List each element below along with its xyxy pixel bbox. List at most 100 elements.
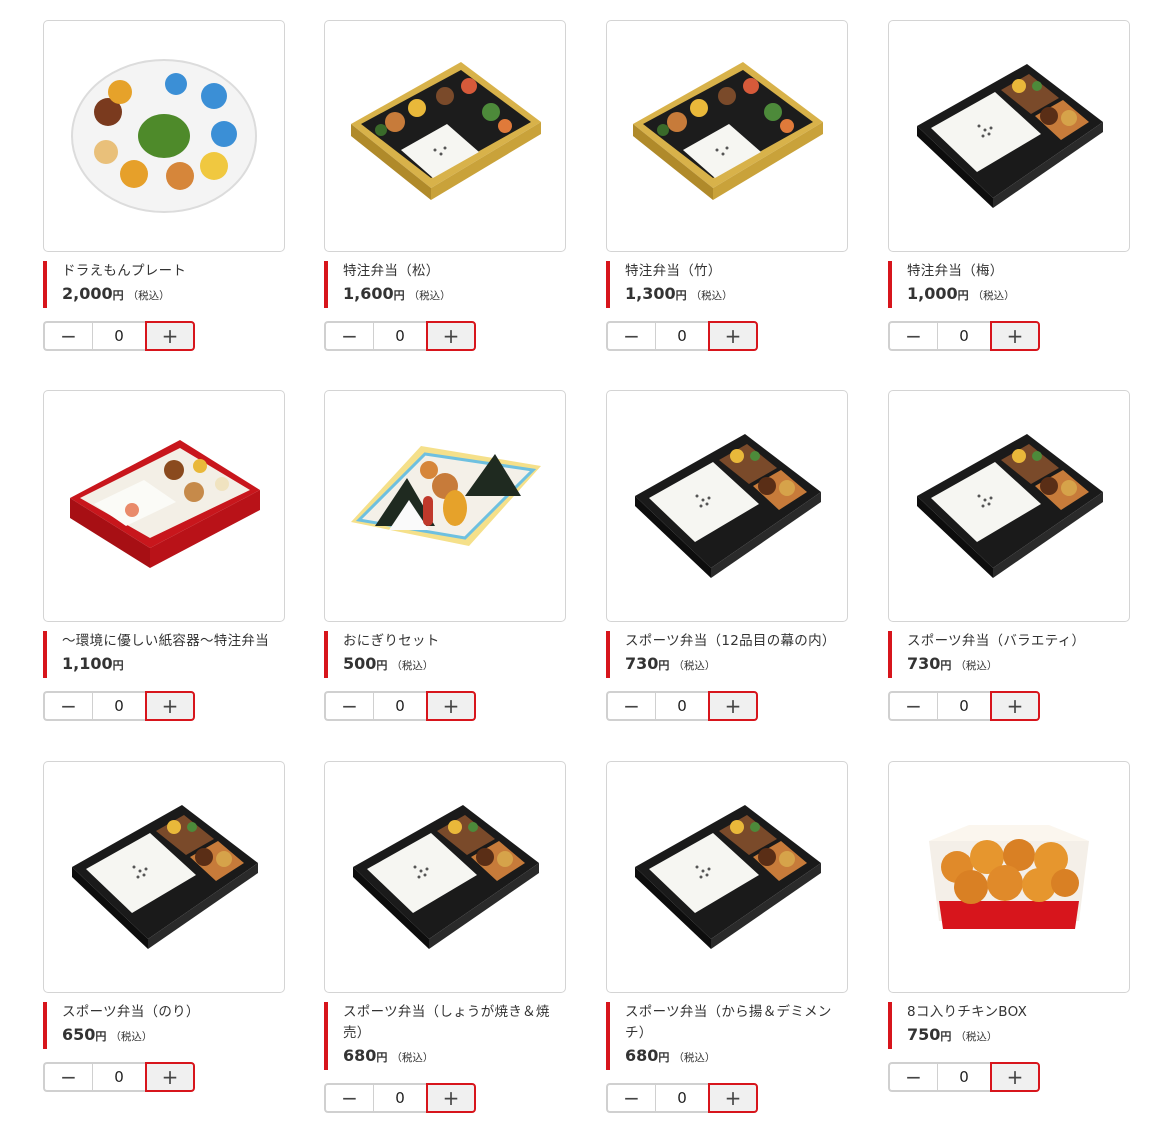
product-image[interactable] [606, 761, 848, 993]
decrease-button[interactable]: − [324, 691, 373, 721]
yen-unit: 円 [658, 659, 670, 672]
decrease-button[interactable]: − [888, 321, 937, 351]
increase-button[interactable]: + [990, 1062, 1040, 1092]
product-card: 8コ入りチキンBOX 750円 （税込） −0 + [888, 761, 1130, 1092]
product-name[interactable]: 特注弁当（竹） [625, 261, 848, 282]
product-price: 2,000 [62, 284, 113, 303]
increase-button[interactable]: + [708, 1083, 758, 1113]
decrease-button[interactable]: − [324, 1083, 373, 1113]
yen-unit: 円 [675, 289, 687, 302]
product-image[interactable] [324, 20, 566, 252]
quantity-stepper: −0 + [888, 691, 1130, 721]
product-card: スポーツ弁当（のり） 650円 （税込） −0 + [43, 761, 285, 1092]
increase-button[interactable]: + [426, 691, 476, 721]
increase-button[interactable]: + [426, 321, 476, 351]
tax-label: （税込） [110, 1031, 153, 1043]
product-card: スポーツ弁当（12品目の幕の内） 730円 （税込） −0 + [606, 390, 848, 721]
product-name[interactable]: 8コ入りチキンBOX [907, 1002, 1130, 1023]
quantity-value[interactable]: 0 [373, 1083, 426, 1113]
decrease-button[interactable]: − [888, 691, 937, 721]
product-price: 1,000 [907, 284, 958, 303]
increase-button[interactable]: + [708, 321, 758, 351]
product-image[interactable] [888, 390, 1130, 622]
quantity-value[interactable]: 0 [655, 691, 708, 721]
product-image[interactable] [606, 20, 848, 252]
quantity-stepper: −0 + [43, 321, 285, 351]
quantity-value[interactable]: 0 [937, 321, 990, 351]
product-card: ドラえもんプレート 2,000円 （税込） −0 + [43, 20, 285, 351]
product-price: 680 [343, 1046, 377, 1065]
product-price: 750 [907, 1025, 941, 1044]
quantity-value[interactable]: 0 [655, 321, 708, 351]
quantity-value[interactable]: 0 [92, 321, 145, 351]
product-image[interactable] [43, 20, 285, 252]
increase-button[interactable]: + [145, 321, 195, 351]
product-name[interactable]: スポーツ弁当（から揚＆デミメンチ） [625, 1002, 848, 1044]
decrease-button[interactable]: − [324, 321, 373, 351]
product-image[interactable] [43, 390, 285, 622]
product-image[interactable] [888, 20, 1130, 252]
product-card: おにぎりセット 500円 （税込） −0 + [324, 390, 566, 721]
product-name[interactable]: 〜環境に優しい紙容器〜特注弁当 [62, 631, 285, 652]
chicken-box-image [909, 797, 1109, 957]
product-name[interactable]: 特注弁当（松） [343, 261, 566, 282]
product-info: スポーツ弁当（のり） 650円 （税込） [43, 1002, 285, 1049]
decrease-button[interactable]: − [606, 691, 655, 721]
product-image[interactable] [324, 390, 566, 622]
tax-label: （税込） [127, 290, 170, 302]
tax-label: （税込） [690, 290, 733, 302]
decrease-button[interactable]: − [606, 1083, 655, 1113]
product-image[interactable] [606, 390, 848, 622]
red-paper-bento-image [64, 426, 264, 586]
product-card: 特注弁当（竹） 1,300円 （税込） −0 + [606, 20, 848, 351]
doraemon-plate-image [64, 56, 264, 216]
price-row: 730円 （税込） [907, 652, 1130, 678]
product-name[interactable]: スポーツ弁当（のり） [62, 1002, 285, 1023]
quantity-value[interactable]: 0 [655, 1083, 708, 1113]
price-row: 2,000円 （税込） [62, 282, 285, 308]
increase-button[interactable]: + [145, 1062, 195, 1092]
product-name[interactable]: スポーツ弁当（しょうが焼き＆焼売） [343, 1002, 566, 1044]
yen-unit: 円 [376, 1051, 388, 1064]
product-name[interactable]: スポーツ弁当（12品目の幕の内） [625, 631, 848, 652]
product-image[interactable] [324, 761, 566, 993]
product-card: 特注弁当（松） 1,600円 （税込） −0 + [324, 20, 566, 351]
product-image[interactable] [888, 761, 1130, 993]
product-info: ドラえもんプレート 2,000円 （税込） [43, 261, 285, 308]
quantity-value[interactable]: 0 [937, 691, 990, 721]
product-info: 特注弁当（竹） 1,300円 （税込） [606, 261, 848, 308]
increase-button[interactable]: + [426, 1083, 476, 1113]
increase-button[interactable]: + [990, 691, 1040, 721]
decrease-button[interactable]: − [43, 691, 92, 721]
quantity-value[interactable]: 0 [373, 321, 426, 351]
product-name[interactable]: おにぎりセット [343, 631, 566, 652]
product-price: 730 [907, 654, 941, 673]
decrease-button[interactable]: − [43, 1062, 92, 1092]
decrease-button[interactable]: − [43, 321, 92, 351]
product-name[interactable]: ドラえもんプレート [62, 261, 285, 282]
product-image[interactable] [43, 761, 285, 993]
quantity-value[interactable]: 0 [373, 691, 426, 721]
product-name[interactable]: 特注弁当（梅） [907, 261, 1130, 282]
quantity-stepper: −0 + [324, 691, 566, 721]
yen-unit: 円 [112, 659, 124, 672]
black-bento-image [909, 56, 1109, 216]
decrease-button[interactable]: − [606, 321, 655, 351]
product-card: スポーツ弁当（バラエティ） 730円 （税込） −0 + [888, 390, 1130, 721]
black-bento-image [909, 426, 1109, 586]
increase-button[interactable]: + [990, 321, 1040, 351]
quantity-value[interactable]: 0 [937, 1062, 990, 1092]
increase-button[interactable]: + [145, 691, 195, 721]
product-card: 特注弁当（梅） 1,000円 （税込） −0 + [888, 20, 1130, 351]
quantity-value[interactable]: 0 [92, 691, 145, 721]
yen-unit: 円 [376, 659, 388, 672]
increase-button[interactable]: + [708, 691, 758, 721]
tax-label: （税込） [391, 1052, 434, 1064]
black-bento-image [345, 797, 545, 957]
decrease-button[interactable]: − [888, 1062, 937, 1092]
product-price: 1,100 [62, 654, 113, 673]
quantity-value[interactable]: 0 [92, 1062, 145, 1092]
price-row: 1,000円 （税込） [907, 282, 1130, 308]
product-name[interactable]: スポーツ弁当（バラエティ） [907, 631, 1130, 652]
price-row: 1,300円 （税込） [625, 282, 848, 308]
